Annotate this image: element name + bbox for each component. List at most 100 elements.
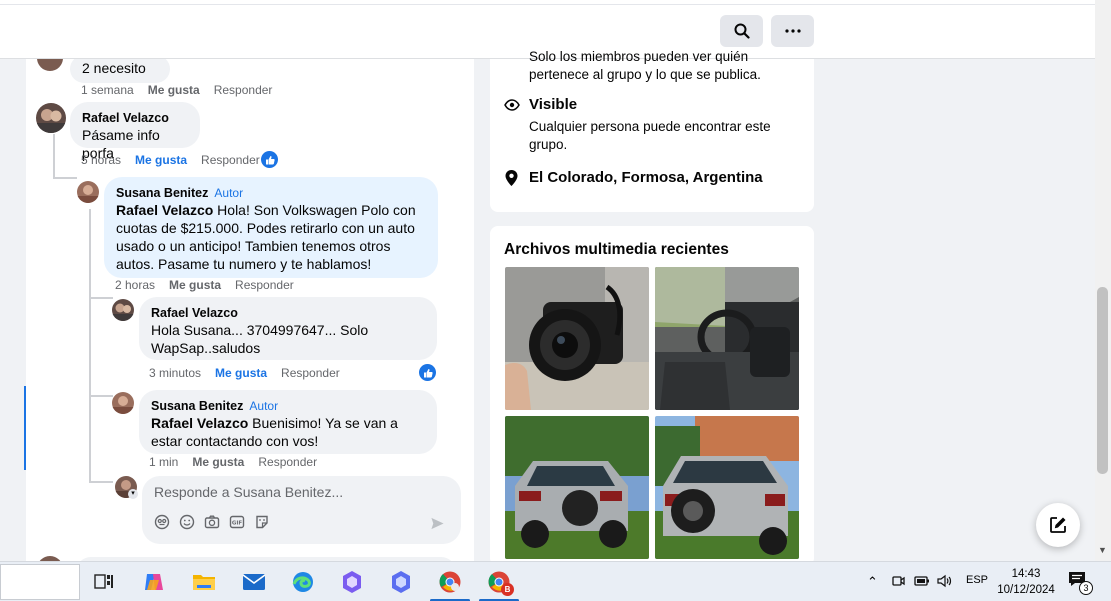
compose-icon <box>1050 517 1066 533</box>
comment-author[interactable]: Rafael Velazco <box>82 110 188 126</box>
author-badge: Autor <box>214 186 244 200</box>
comment-actions: 1 semana Me gusta Responder <box>81 83 272 97</box>
visible-title: Visible <box>529 96 578 113</box>
media-thumbnail-camera[interactable] <box>505 267 649 410</box>
comment-bubble: Rafael Velazco Hola Susana... 3704997647… <box>139 297 437 360</box>
media-thumbnail-car-interior[interactable] <box>655 267 799 410</box>
show-hidden-icons-button[interactable]: ⌃ <box>867 574 878 590</box>
file-explorer-button[interactable] <box>188 566 220 598</box>
private-description: Solo los miembros pueden ver quién perte… <box>529 49 761 82</box>
reply-button[interactable]: Responder <box>258 455 317 469</box>
sticker-icon[interactable] <box>254 514 270 530</box>
mail-button[interactable] <box>238 566 270 598</box>
reply-input[interactable] <box>154 484 434 500</box>
comment-author[interactable]: Susana Benitez <box>151 399 243 413</box>
search-button[interactable] <box>720 15 763 47</box>
comment-author[interactable]: Susana Benitez <box>116 186 208 200</box>
page-scrollbar[interactable] <box>1095 0 1111 561</box>
eye-icon <box>504 99 520 111</box>
media-thumbnail-car-back[interactable] <box>655 416 799 559</box>
like-button[interactable]: Me gusta <box>148 83 200 97</box>
avatar[interactable] <box>37 59 63 71</box>
notification-center-button[interactable]: 3 <box>1068 571 1094 595</box>
camera-icon[interactable] <box>204 514 220 530</box>
meet-now-icon[interactable] <box>891 574 905 588</box>
like-button[interactable]: Me gusta <box>169 278 221 292</box>
new-message-button[interactable] <box>1036 503 1080 547</box>
thumbs-up-icon <box>423 368 433 377</box>
scroll-down-arrow-icon[interactable]: ▼ <box>1097 545 1108 556</box>
comment-time[interactable]: 5 horas <box>81 153 121 167</box>
media-thumbnail-car-rear[interactable] <box>505 416 649 559</box>
emoji-icon[interactable] <box>179 514 195 530</box>
comment-bubble: Rafael Velazco Pásame info porfa <box>70 102 200 161</box>
like-reaction-badge[interactable] <box>261 151 278 168</box>
reply-composer: GIF <box>142 476 461 544</box>
thread-line <box>53 177 77 179</box>
chrome-icon <box>439 571 461 593</box>
app-button-2[interactable] <box>385 566 417 598</box>
battery-icon[interactable] <box>914 575 930 587</box>
chrome-button[interactable]: B <box>483 566 515 598</box>
comment-text-block: Rafael Velazco Buenisimo! Ya se van a es… <box>151 414 425 450</box>
more-options-button[interactable] <box>771 15 814 47</box>
avatar[interactable] <box>36 103 66 133</box>
gif-icon[interactable]: GIF <box>229 514 245 530</box>
comment-time[interactable]: 1 min <box>149 455 178 469</box>
car-back-photo <box>655 416 799 559</box>
taskbar-search-box[interactable] <box>0 564 80 600</box>
reply-button[interactable]: Responder <box>235 278 294 292</box>
avatar-sticker-icon[interactable] <box>154 514 170 530</box>
comment-author-line: Susana Benitez Autor <box>116 185 426 201</box>
location-text[interactable]: El Colorado, Formosa, Argentina <box>529 169 763 186</box>
search-icon <box>734 23 750 39</box>
app-button-1[interactable] <box>336 566 368 598</box>
reply-button[interactable]: Responder <box>214 83 273 97</box>
avatar-photo <box>77 185 99 203</box>
like-button[interactable]: Me gusta <box>192 455 244 469</box>
avatar-photo <box>36 109 66 133</box>
task-view-button[interactable] <box>88 566 120 598</box>
svg-text:GIF: GIF <box>232 521 243 527</box>
avatar[interactable] <box>112 299 134 321</box>
thumbs-up-icon <box>265 155 275 164</box>
like-button[interactable]: Me gusta <box>215 366 267 380</box>
copilot-icon <box>145 574 163 590</box>
copilot-button[interactable] <box>138 566 170 598</box>
comment-author[interactable]: Rafael Velazco <box>151 305 425 321</box>
mention-link[interactable]: Rafael Velazco <box>116 202 213 218</box>
comment-author-line: Susana Benitez Autor <box>151 398 425 414</box>
chrome-profile-button[interactable] <box>434 566 466 598</box>
folder-icon <box>193 575 215 590</box>
thread-line <box>89 481 113 483</box>
avatar[interactable] <box>112 392 134 414</box>
recent-media-card: Archivos multimedia recientes <box>490 226 814 566</box>
windows-taskbar: B ⌃ ESP 14:43 10/12/2024 3 <box>0 561 1111 601</box>
media-title: Archivos multimedia recientes <box>504 241 729 258</box>
send-icon[interactable] <box>430 516 445 531</box>
scrollbar-thumb[interactable] <box>1097 287 1108 474</box>
mail-icon <box>242 574 266 590</box>
reply-button[interactable]: Responder <box>201 153 260 167</box>
reply-button[interactable]: Responder <box>281 366 340 380</box>
camera-photo <box>505 267 649 410</box>
like-button[interactable]: Me gusta <box>135 153 187 167</box>
mention-link[interactable]: Rafael Velazco <box>151 415 248 431</box>
input-language[interactable]: ESP <box>966 574 988 586</box>
edge-button[interactable] <box>287 566 319 598</box>
group-about-card: Solo los miembros pueden ver quién perte… <box>490 49 814 212</box>
private-info: Solo los miembros pueden ver quién perte… <box>529 48 789 84</box>
comment-time[interactable]: 3 minutos <box>149 366 201 380</box>
comment-time[interactable]: 1 semana <box>81 83 134 97</box>
header-divider <box>0 4 1095 5</box>
system-clock[interactable]: 14:43 10/12/2024 <box>990 566 1062 598</box>
comment-time[interactable]: 2 horas <box>115 278 155 292</box>
like-reaction-badge[interactable] <box>419 364 436 381</box>
task-view-icon <box>94 574 113 589</box>
hexagon-app-icon <box>343 571 361 593</box>
avatar[interactable] <box>77 181 99 203</box>
avatar-dropdown-icon[interactable]: ▾ <box>128 489 138 499</box>
location-pin-icon <box>505 170 518 186</box>
volume-icon[interactable] <box>937 574 953 588</box>
visible-description: Cualquier persona puede encontrar este g… <box>529 119 771 152</box>
